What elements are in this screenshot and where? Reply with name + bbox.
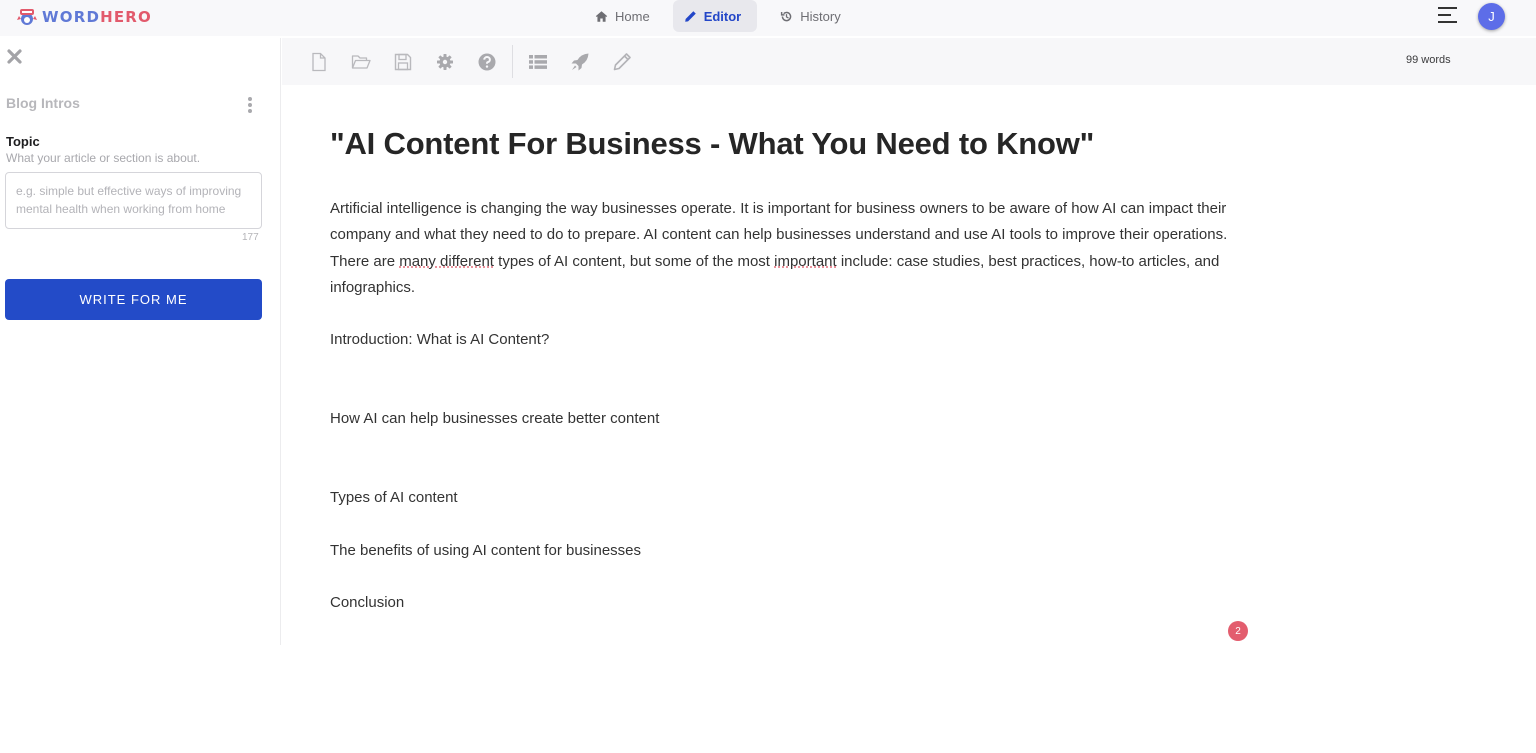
hero-mascot-icon <box>17 9 37 25</box>
more-options-icon[interactable] <box>246 97 254 113</box>
paragraph-text: types of AI content, but some of the mos… <box>493 252 775 270</box>
document-title[interactable]: "AI Content For Business - What You Need… <box>330 126 1250 162</box>
new-document-icon <box>312 52 326 72</box>
list-button[interactable] <box>527 51 549 73</box>
list-icon <box>529 55 547 69</box>
document-line[interactable]: Introduction: What is AI Content? <box>330 331 549 348</box>
nav-history[interactable]: History <box>769 0 851 32</box>
logo-text-word: WORD <box>42 8 101 26</box>
template-panel: Blog Intros Topic What your article or s… <box>0 38 281 645</box>
edit-pencil-button[interactable] <box>611 51 633 73</box>
logo-text: WORDHERO <box>42 8 152 26</box>
document-line[interactable]: Conclusion <box>330 594 404 611</box>
settings-button[interactable] <box>434 51 456 73</box>
editor-toolbar: 99 words <box>282 38 1536 85</box>
history-icon <box>781 11 792 21</box>
user-avatar[interactable]: J <box>1478 3 1505 30</box>
nav-home-label: Home <box>615 8 650 24</box>
top-navbar: WORDHERO Home Editor History J <box>0 0 1536 36</box>
toolbar-divider <box>512 45 513 78</box>
gear-icon <box>437 54 453 70</box>
topic-label: Topic <box>6 134 40 149</box>
save-button[interactable] <box>392 51 414 73</box>
pencil-icon <box>613 53 631 71</box>
word-count: 99 words <box>1406 54 1451 66</box>
help-question-icon <box>478 53 496 71</box>
new-document-button[interactable] <box>308 51 330 73</box>
rocket-button[interactable] <box>569 51 591 73</box>
notification-badge[interactable]: 2 <box>1228 621 1248 641</box>
logo-text-hero: HERO <box>100 8 153 26</box>
spellcheck-word[interactable]: important <box>774 253 837 270</box>
topic-help-text: What your article or section is about. <box>6 151 201 165</box>
nav-editor-label: Editor <box>703 8 742 24</box>
nav-editor[interactable]: Editor <box>672 0 758 32</box>
rocket-icon <box>571 53 589 71</box>
help-button[interactable] <box>476 51 498 73</box>
topic-input[interactable] <box>5 172 262 229</box>
write-for-me-button[interactable]: WRITE FOR ME <box>5 279 262 320</box>
document-line[interactable]: Types of AI content <box>330 489 458 506</box>
panel-title: Blog Intros <box>6 95 80 111</box>
nav-history-label: History <box>800 8 841 24</box>
home-icon <box>595 10 608 22</box>
folder-open-icon <box>351 55 371 69</box>
character-count: 177 <box>242 232 259 243</box>
open-folder-button[interactable] <box>350 51 372 73</box>
nav-home[interactable]: Home <box>584 0 661 32</box>
spellcheck-word[interactable]: many different <box>399 253 494 270</box>
wordhero-logo[interactable]: WORDHERO <box>16 5 152 29</box>
document-line[interactable]: The benefits of using AI content for bus… <box>330 542 641 559</box>
pencil-icon <box>684 10 696 22</box>
main-nav: Home Editor History <box>584 0 864 32</box>
document-line[interactable]: How AI can help businesses create better… <box>330 410 659 427</box>
document-paragraph[interactable]: Artificial intelligence is changing the … <box>330 196 1245 301</box>
close-icon[interactable] <box>7 49 22 64</box>
hamburger-menu-icon[interactable] <box>1438 7 1457 24</box>
save-floppy-icon <box>394 53 412 71</box>
